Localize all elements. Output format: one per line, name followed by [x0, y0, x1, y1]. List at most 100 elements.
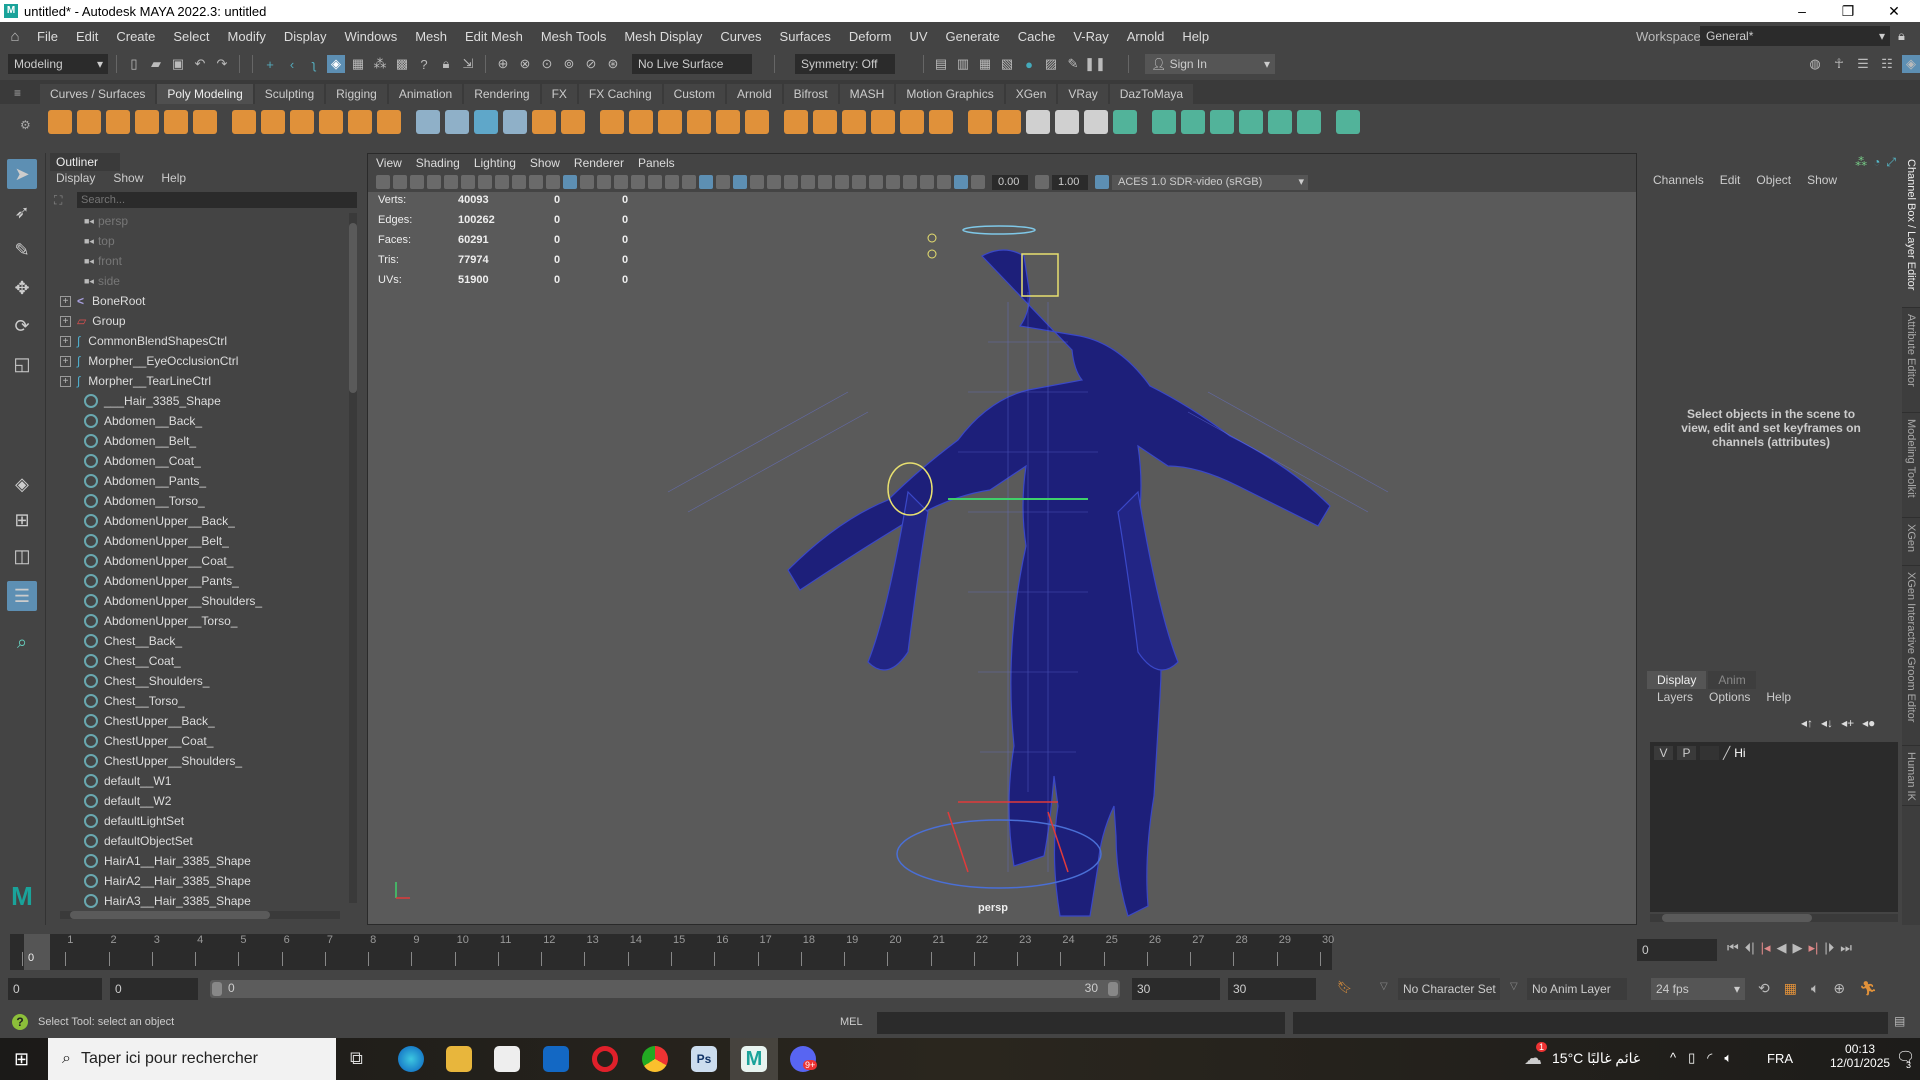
layer-hscrollbar[interactable] — [1650, 914, 1898, 922]
viewport-tool-icon[interactable] — [444, 175, 458, 189]
two-view-icon[interactable]: ◫ — [7, 541, 37, 571]
expand-icon[interactable]: + — [60, 295, 71, 307]
side-tab-xgen[interactable]: XGen — [1902, 518, 1920, 566]
wedge-icon[interactable] — [968, 110, 992, 134]
outliner-item[interactable]: + ∫ Morpher__TearLineCtrl — [60, 371, 211, 391]
windows-start-icon[interactable]: ⊞ — [14, 1049, 29, 1070]
edge-loop-icon[interactable] — [1055, 110, 1079, 134]
meet-icon[interactable]: ▯ — [1688, 1050, 1695, 1066]
symmetry-dropdown[interactable]: Symmetry: Off — [795, 54, 895, 74]
pause-icon[interactable]: ❚❚ — [1084, 55, 1106, 73]
filter-icon[interactable]: ⛶ — [54, 193, 62, 208]
exposure-field[interactable]: 0.00 — [992, 174, 1028, 190]
viewport-tool-icon[interactable] — [648, 175, 662, 189]
viewport-tool-icon[interactable] — [631, 175, 645, 189]
super-shape-icon[interactable] — [290, 110, 314, 134]
bevel-icon[interactable] — [871, 110, 895, 134]
shelf-tab-fx[interactable]: FX — [541, 84, 577, 104]
scene-end-field[interactable]: 30 — [1228, 978, 1316, 1000]
viewport-tool-icon[interactable] — [869, 175, 883, 189]
save-scene-icon[interactable]: ▣ — [169, 55, 187, 73]
current-frame-marker[interactable]: 0 — [24, 934, 50, 970]
command-input[interactable] — [877, 1012, 1285, 1034]
viewport-tool-icon[interactable] — [971, 175, 985, 189]
side-tab-channel-box-layer-editor[interactable]: Channel Box / Layer Editor — [1902, 153, 1920, 308]
range-start-handle[interactable] — [212, 982, 222, 996]
live-surface-field[interactable]: No Live Surface — [632, 54, 752, 74]
pick-walk-icon[interactable]: ⤢ — [1886, 155, 1896, 170]
four-view-icon[interactable]: ⊞ — [7, 505, 37, 535]
fps-dropdown[interactable]: 24 fps ▾ — [1651, 978, 1745, 1000]
snap-point-icon[interactable]: ▩ — [393, 55, 411, 73]
scene-wireframe[interactable] — [368, 192, 1636, 924]
viewport-tool-icon[interactable] — [784, 175, 798, 189]
viewport-tool-icon[interactable] — [512, 175, 526, 189]
channel-menu-channels[interactable]: Channels — [1653, 173, 1704, 187]
tool-settings-icon[interactable]: ☷ — [1878, 55, 1896, 73]
menu-uv[interactable]: UV — [900, 29, 936, 44]
channel-menu-show[interactable]: Show — [1807, 173, 1837, 187]
playback-toggle[interactable]: P — [1677, 746, 1696, 760]
viewport-tool-icon[interactable] — [427, 175, 441, 189]
playback-end-field[interactable]: 30 — [1132, 978, 1220, 1000]
outliner-item[interactable]: Abdomen__Torso_ — [84, 491, 205, 511]
fill-hole-icon[interactable] — [900, 110, 924, 134]
layer-menu-options[interactable]: Options — [1709, 690, 1750, 740]
type-icon[interactable] — [348, 110, 372, 134]
cylindrical-uv-icon[interactable] — [1152, 110, 1176, 134]
viewport-tool-icon[interactable] — [597, 175, 611, 189]
cut-uv-icon[interactable] — [1297, 110, 1321, 134]
sweep-mesh-icon[interactable] — [319, 110, 343, 134]
move-layer-up-icon[interactable]: ◂↑ — [1801, 716, 1813, 730]
menu-display[interactable]: Display — [275, 29, 336, 44]
playback-start-field[interactable]: 0 — [110, 978, 198, 1000]
extrude-icon[interactable] — [813, 110, 837, 134]
outliner-item[interactable]: ___Hair_3385_Shape — [84, 391, 221, 411]
outliner-hscrollbar[interactable] — [60, 911, 340, 919]
move-layer-down-icon[interactable]: ◂↓ — [1821, 716, 1833, 730]
attribute-editor-icon[interactable]: ☰ — [1854, 55, 1872, 73]
outliner-item[interactable]: Chest__Back_ — [84, 631, 182, 651]
character-set-field[interactable]: No Character Set — [1398, 978, 1500, 1000]
menu-mesh[interactable]: Mesh — [406, 29, 456, 44]
chevron-down-icon[interactable]: ▽ — [1510, 981, 1518, 992]
poly-cone-icon[interactable] — [135, 110, 159, 134]
expand-icon[interactable]: + — [60, 355, 71, 367]
viewport-tool-icon[interactable] — [937, 175, 951, 189]
volume-icon[interactable]: 🔈︎ — [1724, 1050, 1732, 1066]
expand-icon[interactable]: + — [60, 335, 71, 347]
outliner-item[interactable]: ChestUpper__Back_ — [84, 711, 215, 731]
menu-select[interactable]: Select — [164, 29, 218, 44]
outliner-item[interactable]: default__W1 — [84, 771, 171, 791]
menu-help[interactable]: Help — [1173, 29, 1218, 44]
viewport-tool-icon[interactable] — [886, 175, 900, 189]
menu-edit[interactable]: Edit — [67, 29, 107, 44]
viewport-tool-icon[interactable] — [818, 175, 832, 189]
select-object-icon[interactable]: ‹ — [283, 55, 301, 73]
channel-menu-edit[interactable]: Edit — [1720, 173, 1741, 187]
outliner-item[interactable]: Abdomen__Coat_ — [84, 451, 201, 471]
outliner-item[interactable]: Abdomen__Pants_ — [84, 471, 206, 491]
step-forward-icon[interactable]: |⏵ — [1824, 940, 1834, 956]
outliner-item[interactable]: HairA3__Hair_3385_Shape — [84, 891, 251, 911]
lasso-tool-icon[interactable]: ➶ — [7, 197, 37, 227]
outliner-item[interactable]: HairA2__Hair_3385_Shape — [84, 871, 251, 891]
snap-icon[interactable]: ◈ — [327, 55, 345, 73]
tab-anim[interactable]: Anim — [1708, 671, 1756, 689]
snap-to-curve-icon[interactable]: ⊗ — [516, 55, 534, 73]
outliner-item[interactable]: AbdomenUpper__Shoulders_ — [84, 591, 262, 611]
snap-curve-icon[interactable]: ⁂ — [371, 55, 389, 73]
remesh-icon[interactable] — [716, 110, 740, 134]
layer-row[interactable]: V P ╱ Hi — [1650, 742, 1898, 764]
outliner-item[interactable]: + ∫ CommonBlendShapesCtrl — [60, 331, 227, 351]
viewport-tool-icon[interactable] — [801, 175, 815, 189]
shelf-tab-bifrost[interactable]: Bifrost — [783, 84, 838, 104]
viewport-tool-icon[interactable] — [716, 175, 730, 189]
undo-icon[interactable]: ↶ — [191, 55, 209, 73]
viewport-tool-icon[interactable] — [580, 175, 594, 189]
side-tab-xgen-interactive-groom-editor[interactable]: XGen Interactive Groom Editor — [1902, 566, 1920, 746]
scrollbar-thumb[interactable] — [70, 911, 270, 919]
snap-to-view-icon[interactable]: ⊚ — [560, 55, 578, 73]
viewport-menu-shading[interactable]: Shading — [416, 156, 460, 170]
shelf-tab-daztomaya[interactable]: DazToMaya — [1109, 84, 1194, 104]
